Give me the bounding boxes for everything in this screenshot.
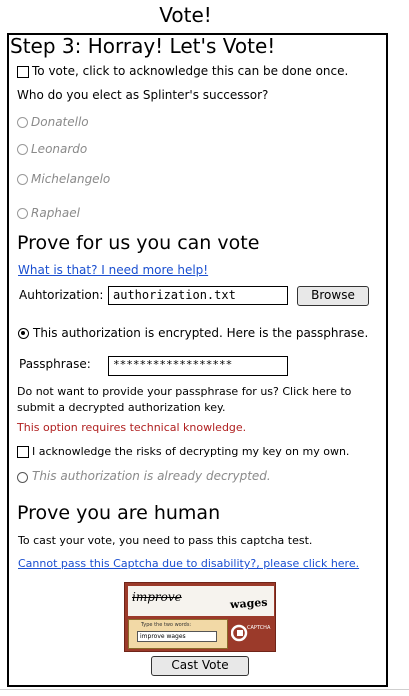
help-link[interactable]: What is that? I need more help! <box>18 263 208 277</box>
candidate-raphael: Raphael <box>31 206 80 220</box>
risk-checkbox[interactable] <box>17 446 29 458</box>
prove-human-heading: Prove you are human <box>17 502 221 524</box>
radio-encrypted[interactable] <box>18 328 29 339</box>
candidate-michelangelo: Michelangelo <box>31 172 111 186</box>
radio-decrypted[interactable] <box>17 472 28 483</box>
acknowledge-label: To vote, click to acknowledge this can b… <box>32 64 349 78</box>
election-question: Who do you elect as Splinter's successor… <box>17 88 269 102</box>
captcha-answer-area: Type the two words: improve wages <box>128 619 228 649</box>
captcha-widget: improve wages Type the two words: improv… <box>124 582 276 652</box>
captcha-input[interactable]: improve wages <box>137 631 217 642</box>
authorization-file-field[interactable]: authorization.txt <box>108 286 288 305</box>
captcha-instructions: To cast your vote, you need to pass this… <box>18 534 313 547</box>
candidate-leonardo: Leonardo <box>31 142 88 156</box>
captcha-word-1: improve <box>132 590 182 604</box>
cast-vote-button[interactable]: Cast Vote <box>151 656 249 676</box>
authorization-label: Auhtorization: <box>19 288 104 302</box>
prove-vote-heading: Prove for us you can vote <box>17 232 260 254</box>
captcha-image: improve wages <box>128 586 274 616</box>
technical-warning: This option requires technical knowledge… <box>17 421 247 434</box>
captcha-hint: Type the two words: <box>141 622 192 628</box>
acknowledge-checkbox[interactable] <box>17 66 29 78</box>
passphrase-label: Passphrase: <box>19 357 91 371</box>
step-heading: Step 3: Horray! Let's Vote! <box>10 34 276 58</box>
passphrase-input[interactable]: ****************** <box>108 356 288 376</box>
decrypted-option-label: This authorization is already decrypted. <box>32 469 271 483</box>
candidate-donatello: Donatello <box>31 115 89 129</box>
radio-leonardo[interactable] <box>17 144 28 155</box>
disability-link[interactable]: Cannot pass this Captcha due to disabili… <box>18 557 359 570</box>
decrypt-note-line1: Do not want to provide your passphrase f… <box>17 385 352 398</box>
radio-donatello[interactable] <box>17 117 28 128</box>
bottom-divider <box>0 689 409 690</box>
risk-checkbox-label: I acknowledge the risks of decrypting my… <box>32 445 350 458</box>
decrypt-note-line2: submit a decrypted authorization key. <box>17 401 226 414</box>
browse-button[interactable]: Browse <box>297 286 369 306</box>
captcha-logo-text: CAPTCHA <box>247 625 271 631</box>
radio-raphael[interactable] <box>17 208 28 219</box>
page-title: Vote! <box>159 3 212 27</box>
radio-michelangelo[interactable] <box>17 174 28 185</box>
captcha-word-2: wages <box>229 595 268 612</box>
encrypted-option-label: This authorization is encrypted. Here is… <box>33 326 369 340</box>
